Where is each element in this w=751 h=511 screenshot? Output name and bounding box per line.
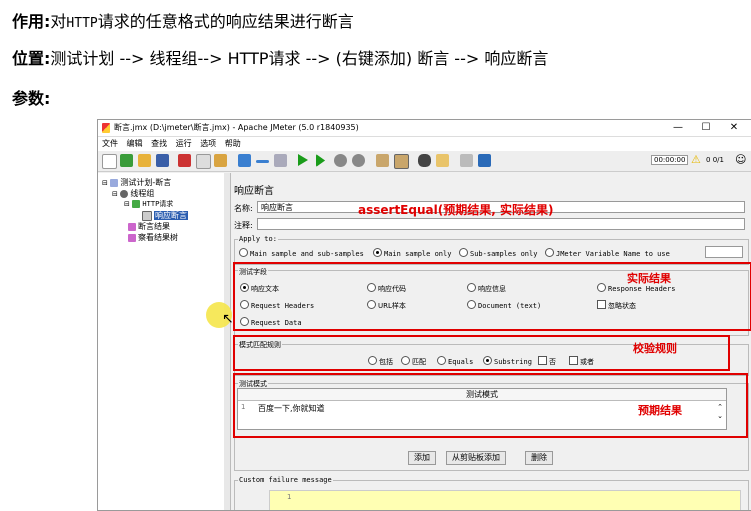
status-icon[interactable]: ☺ [735, 153, 746, 166]
doc-line-params: 参数: [12, 85, 50, 109]
annotation-expected-result: 预期结果 [638, 404, 682, 417]
custom-failure-title: Custom failure message [238, 476, 333, 484]
comment-label: 注释: [234, 221, 253, 230]
new-icon[interactable] [102, 154, 117, 169]
warning-icon[interactable]: ⚠ [691, 153, 701, 166]
apply-jmeter-variable[interactable]: JMeter Variable Name to use [545, 248, 670, 258]
elapsed-timer: 00:00:00 [651, 155, 689, 165]
jmeter-logo-icon [102, 123, 110, 133]
open-icon[interactable] [138, 154, 151, 167]
tree-item-response-assertion[interactable]: 响应断言 [142, 210, 188, 221]
purpose-label: 作用: [12, 12, 51, 31]
jmeter-variable-input[interactable] [705, 246, 743, 258]
doc-line-location: 位置:测试计划 --> 线程组--> HTTP请求 --> (右键添加) 断言 … [12, 45, 548, 69]
purpose-text-b: 请求的任意格式的响应结果进行断言 [97, 12, 354, 31]
toolbar: 00:00:00 ⚠ 0 0/1 ☺ [98, 151, 751, 172]
comment-field[interactable] [257, 218, 745, 230]
mouse-pointer-icon: ↖ [222, 311, 234, 327]
function-helper-icon[interactable] [460, 154, 473, 167]
warn-count: 0 [706, 156, 711, 164]
add-from-clipboard-button[interactable]: 从剪贴板添加 [446, 451, 506, 465]
splitter[interactable] [224, 173, 231, 510]
purpose-mono: HTTP [66, 16, 98, 31]
tree-item-assertion-results[interactable]: 断言结果 [128, 221, 170, 232]
apply-main-and-sub[interactable]: Main sample and sub-samples [239, 248, 364, 258]
radio-icon [545, 248, 554, 257]
annotation-assert-equal: assertEqual(预期结果, 实际结果) [358, 203, 554, 217]
search-icon[interactable] [418, 154, 431, 167]
menu-options[interactable]: 选项 [200, 139, 216, 148]
paste-icon[interactable] [214, 154, 227, 167]
copy-icon[interactable] [196, 154, 211, 169]
expand-icon[interactable] [238, 154, 251, 167]
test-plan-icon [110, 178, 119, 187]
radio-icon [459, 248, 468, 257]
maximize-button[interactable]: ☐ [692, 120, 720, 136]
thread-group-icon [120, 189, 129, 198]
radio-selected-icon [373, 248, 382, 257]
custom-failure-input[interactable]: 1 [269, 490, 741, 510]
listener-icon [128, 233, 136, 242]
apply-sub-only[interactable]: Sub-samples only [459, 248, 537, 258]
add-button[interactable]: 添加 [408, 451, 436, 465]
help-icon[interactable] [478, 154, 491, 167]
menu-search[interactable]: 查找 [151, 139, 167, 148]
location-label: 位置: [12, 49, 51, 68]
save-icon[interactable] [156, 154, 169, 167]
templates-icon[interactable] [120, 154, 133, 167]
start-icon[interactable] [298, 154, 308, 166]
sampler-icon [132, 199, 141, 208]
name-label: 名称: [234, 204, 253, 213]
minimize-button[interactable]: — [664, 120, 692, 136]
purpose-text-a: 对 [50, 12, 67, 31]
menu-file[interactable]: 文件 [102, 139, 118, 148]
apply-to-title: Apply to: [238, 235, 278, 243]
listener-icon [128, 222, 136, 231]
stop-icon[interactable] [334, 154, 347, 167]
doc-line-purpose: 作用:对HTTP请求的任意格式的响应结果进行断言 [12, 8, 354, 32]
annotation-box-actual [233, 262, 751, 331]
annotation-actual-result: 实际结果 [627, 272, 671, 285]
tree-item-test-plan[interactable]: ⊟ 测试计划-断言 [102, 177, 171, 188]
shutdown-icon[interactable] [352, 154, 365, 167]
menu-run[interactable]: 运行 [176, 139, 192, 148]
tree-item-http-request[interactable]: ⊟ HTTP请求 [124, 199, 173, 209]
location-text: 测试计划 --> 线程组--> HTTP请求 --> (右键添加) 断言 -->… [50, 49, 549, 68]
tree-item-thread-group[interactable]: ⊟ 线程组 [112, 188, 154, 199]
test-plan-tree: ⊟ 测试计划-断言 ⊟ 线程组 ⊟ HTTP请求 响应断言 断言结果 察看结果树 [98, 173, 225, 510]
menu-help[interactable]: 帮助 [225, 139, 241, 148]
apply-main-only[interactable]: Main sample only [373, 248, 451, 258]
delete-button[interactable]: 删除 [525, 451, 553, 465]
thread-count: 0/1 [712, 156, 724, 164]
clear-all-icon[interactable] [394, 154, 409, 169]
title-bar: 断言.jmx (D:\jmeter\断言.jmx) - Apache JMete… [98, 120, 751, 137]
reset-search-icon[interactable] [436, 154, 449, 167]
toggle-icon[interactable] [274, 154, 287, 167]
panel-title: 响应断言 [234, 186, 274, 197]
collapse-icon[interactable] [256, 160, 269, 163]
thread-status: 0 0/1 [706, 156, 724, 164]
params-label: 参数: [12, 89, 51, 108]
window-title: 断言.jmx (D:\jmeter\断言.jmx) - Apache JMete… [114, 123, 359, 132]
clear-icon[interactable] [376, 154, 389, 167]
radio-icon [239, 248, 248, 257]
start-no-pause-icon[interactable] [316, 154, 326, 167]
menu-bar: 文件 编辑 查找 运行 选项 帮助 [98, 137, 751, 151]
cut-icon[interactable] [178, 154, 191, 167]
annotation-check-rule: 校验规则 [633, 342, 677, 355]
menu-edit[interactable]: 编辑 [127, 139, 143, 148]
close-button[interactable]: ✕ [720, 120, 748, 136]
tree-item-view-results-tree[interactable]: 察看结果树 [128, 232, 178, 243]
custom-line-number: 1 [287, 493, 292, 501]
assertion-icon [142, 210, 152, 221]
